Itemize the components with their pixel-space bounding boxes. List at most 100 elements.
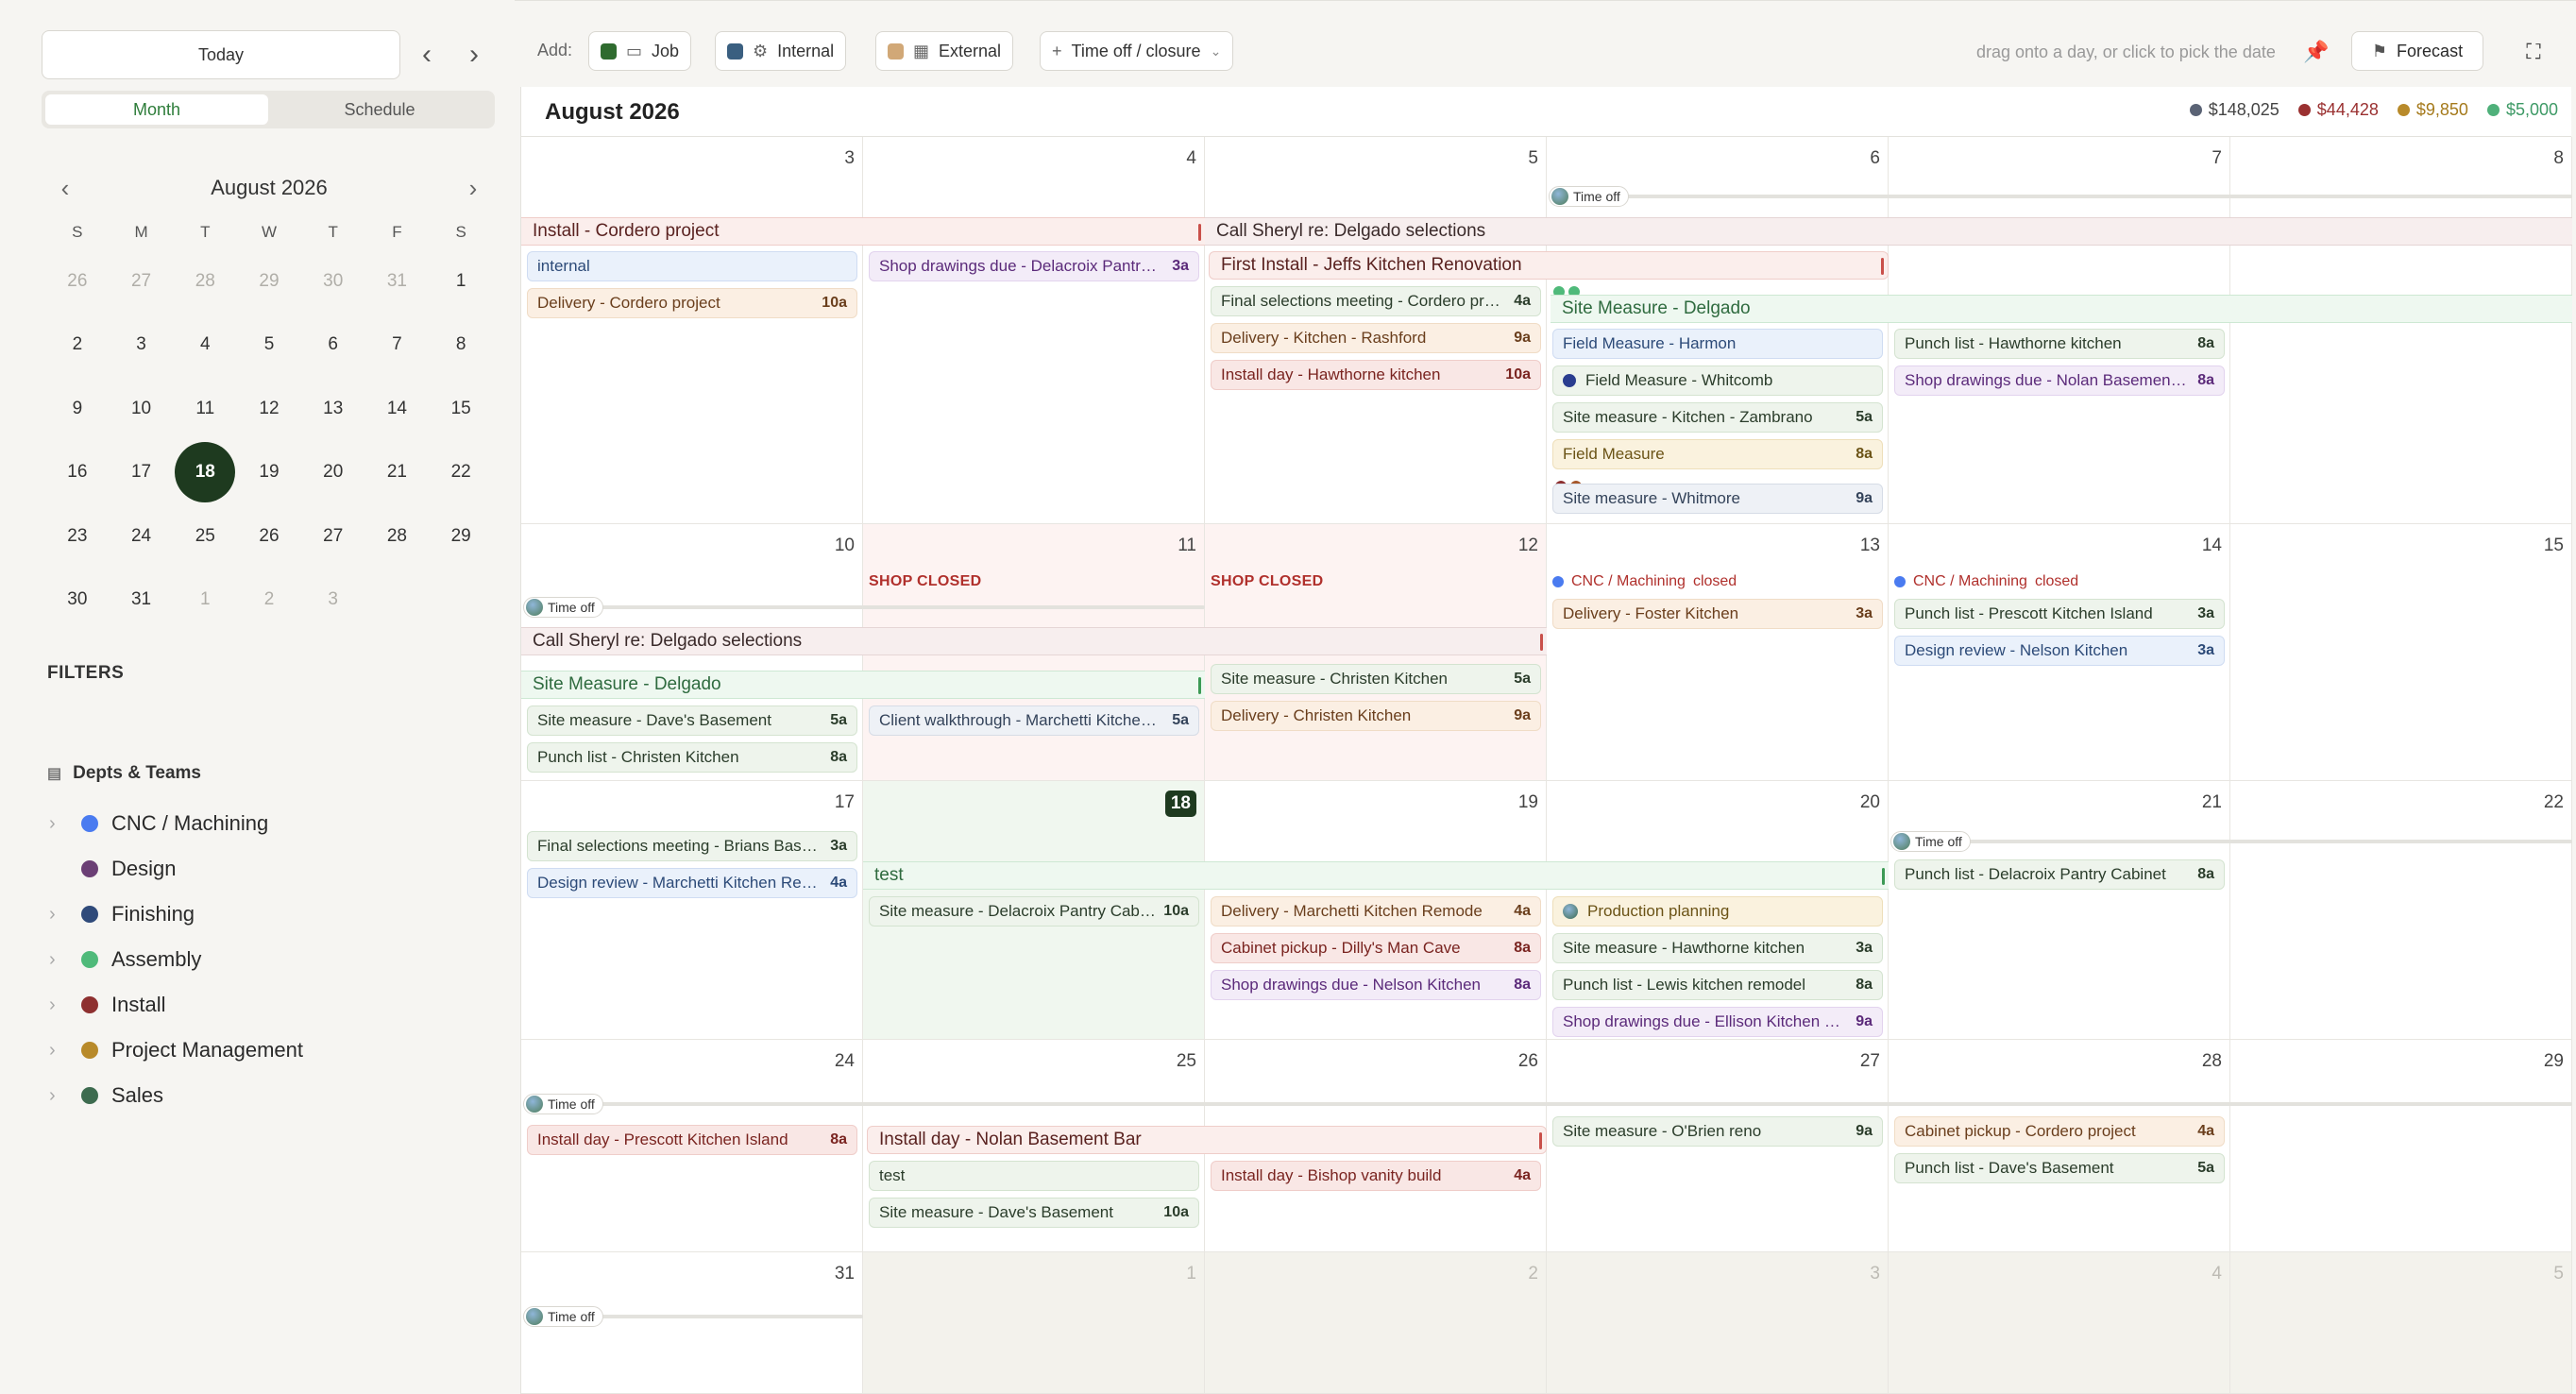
calendar-event[interactable]: Install day - Prescott Kitchen Island 8a (527, 1125, 857, 1155)
multi-day-event[interactable]: Install day - Nolan Basement Bar (867, 1126, 1547, 1154)
multi-day-event[interactable]: Site Measure - Delgado (1551, 295, 2572, 323)
day-cell-next-month[interactable]: 3 (1547, 1252, 1889, 1394)
timeoff-bar[interactable]: Time off (1549, 186, 2572, 207)
calendar-event[interactable]: Site measure - Dave's Basement 10a (869, 1198, 1199, 1228)
mini-prev-month-button[interactable]: ‹ (51, 174, 79, 202)
mini-day[interactable]: 2 (237, 569, 301, 633)
day-cell[interactable]: 21 (1889, 781, 2230, 1040)
prev-period-button[interactable]: ‹ (410, 38, 444, 72)
day-cell[interactable]: 13 CNC / Machining closed (1547, 524, 1889, 781)
mini-day[interactable]: 11 (173, 377, 237, 441)
day-cell[interactable]: 3 (521, 137, 863, 524)
calendar-event[interactable]: Install day - Bishop vanity build 4a (1211, 1161, 1541, 1191)
multi-day-event[interactable]: Call Sheryl re: Delgado selections (521, 627, 1547, 655)
mini-day[interactable]: 29 (237, 249, 301, 314)
dept-filter-item[interactable]: › Project Management (49, 1028, 303, 1073)
timeoff-pill[interactable]: Time off (523, 597, 603, 618)
mini-day[interactable]: 16 (45, 441, 110, 505)
chevron-right-icon[interactable]: › (49, 1040, 81, 1062)
timeoff-pill[interactable]: Time off (1549, 186, 1629, 207)
add-job-button[interactable]: ▭ Job (588, 31, 692, 71)
day-cell[interactable]: 4 (863, 137, 1205, 524)
mini-day[interactable]: 24 (110, 504, 174, 569)
calendar-event[interactable]: Cabinet pickup - Dilly's Man Cave 8a (1211, 933, 1541, 963)
calendar-event[interactable]: Punch list - Lewis kitchen remodel 8a (1552, 970, 1883, 1000)
mini-day[interactable]: 31 (365, 249, 430, 314)
day-cell-next-month[interactable]: 1 (863, 1252, 1205, 1394)
mini-day[interactable]: 7 (365, 314, 430, 378)
calendar-event[interactable]: Design review - Nelson Kitchen 3a (1894, 636, 2225, 666)
day-cell-next-month[interactable]: 4 (1889, 1252, 2230, 1394)
timeoff-bar[interactable]: Time off (523, 1306, 863, 1327)
calendar-event[interactable]: Shop drawings due - Delacroix Pantry Cab… (869, 251, 1199, 281)
mini-day[interactable]: 28 (173, 249, 237, 314)
mini-day[interactable]: 21 (365, 441, 430, 505)
dept-filter-item[interactable]: Design (49, 846, 303, 892)
fullscreen-icon[interactable]: ⛶ (2517, 35, 2551, 69)
multi-day-event[interactable]: Install - Cordero project (521, 217, 1205, 246)
chevron-right-icon[interactable]: › (49, 949, 81, 971)
mini-day[interactable]: 17 (110, 441, 174, 505)
calendar-event[interactable]: Site measure - Hawthorne kitchen 3a (1552, 933, 1883, 963)
calendar-event[interactable]: Site measure - Whitmore 9a (1552, 484, 1883, 514)
calendar-event[interactable]: Site measure - Dave's Basement 5a (527, 706, 857, 736)
mini-day[interactable]: 3 (110, 314, 174, 378)
calendar-event[interactable]: internal (527, 251, 857, 281)
day-cell[interactable]: 17 (521, 781, 863, 1040)
dept-filter-item[interactable]: › Finishing (49, 892, 303, 937)
calendar-event[interactable]: Production planning (1552, 896, 1883, 926)
mini-day[interactable]: 18 (173, 441, 237, 505)
mini-today[interactable]: 18 (175, 442, 236, 503)
mini-day[interactable]: 30 (45, 569, 110, 633)
chevron-right-icon[interactable]: › (49, 813, 81, 835)
day-cell-next-month[interactable]: 2 (1205, 1252, 1547, 1394)
dept-filter-item[interactable]: › Install (49, 982, 303, 1028)
multi-day-event[interactable]: Call Sheryl re: Delgado selections (1205, 217, 2572, 246)
calendar-event[interactable]: Shop drawings due - Nolan Basement Bar 8a (1894, 366, 2225, 396)
mini-day[interactable]: 8 (429, 314, 493, 378)
calendar-event[interactable]: Field Measure - Whitcomb (1552, 366, 1883, 396)
calendar-event[interactable]: Site measure - Delacroix Pantry Cabinet 1… (869, 896, 1199, 926)
calendar-event[interactable]: Punch list - Dave's Basement 5a (1894, 1153, 2225, 1183)
next-period-button[interactable]: › (457, 38, 491, 72)
view-month-tab[interactable]: Month (45, 94, 268, 125)
timeoff-bar[interactable]: Time off (523, 597, 1205, 618)
dept-filter-item[interactable]: › CNC / Machining (49, 801, 303, 846)
calendar-event[interactable]: Delivery - Cordero project 10a (527, 288, 857, 318)
mini-day[interactable]: 9 (45, 377, 110, 441)
chevron-right-icon[interactable]: › (49, 904, 81, 926)
mini-day[interactable]: 25 (173, 504, 237, 569)
mini-day[interactable]: 19 (237, 441, 301, 505)
mini-day[interactable]: 26 (237, 504, 301, 569)
calendar-event[interactable]: Punch list - Christen Kitchen 8a (527, 742, 857, 773)
calendar-event[interactable]: Delivery - Christen Kitchen 9a (1211, 701, 1541, 731)
mini-day[interactable]: 15 (429, 377, 493, 441)
mini-day[interactable]: 2 (45, 314, 110, 378)
calendar-event[interactable]: Delivery - Marchetti Kitchen Remode 4a (1211, 896, 1541, 926)
dept-filter-item[interactable]: › Assembly (49, 937, 303, 982)
calendar-event[interactable]: Install day - Hawthorne kitchen 10a (1211, 360, 1541, 390)
mini-day[interactable]: 28 (365, 504, 430, 569)
mini-day[interactable]: 13 (301, 377, 365, 441)
mini-day[interactable]: 10 (110, 377, 174, 441)
timeoff-pill[interactable]: Time off (1890, 831, 1971, 852)
mini-next-month-button[interactable]: › (459, 174, 487, 202)
calendar-event[interactable]: Field Measure - Harmon (1552, 329, 1883, 359)
day-cell[interactable]: 29 (2230, 1040, 2572, 1252)
multi-day-event[interactable]: Site Measure - Delgado (521, 671, 1205, 699)
mini-day[interactable]: 3 (301, 569, 365, 633)
mini-day[interactable]: 23 (45, 504, 110, 569)
calendar-event[interactable]: test (869, 1161, 1199, 1191)
dept-filter-item[interactable]: › Sales (49, 1073, 303, 1118)
mini-day[interactable]: 1 (173, 569, 237, 633)
day-cell-next-month[interactable]: 5 (2230, 1252, 2572, 1394)
calendar-event[interactable]: Punch list - Delacroix Pantry Cabinet 8a (1894, 859, 2225, 890)
calendar-event[interactable]: Client walkthrough - Marchetti Kitchen R… (869, 706, 1199, 736)
mini-day[interactable]: 12 (237, 377, 301, 441)
timeoff-pill[interactable]: Time off (523, 1094, 603, 1114)
day-cell[interactable]: 22 (2230, 781, 2572, 1040)
mini-day[interactable]: 26 (45, 249, 110, 314)
mini-day[interactable]: 29 (429, 504, 493, 569)
mini-day[interactable]: 14 (365, 377, 430, 441)
calendar-event[interactable]: Final selections meeting - Cordero proje… (1211, 286, 1541, 316)
